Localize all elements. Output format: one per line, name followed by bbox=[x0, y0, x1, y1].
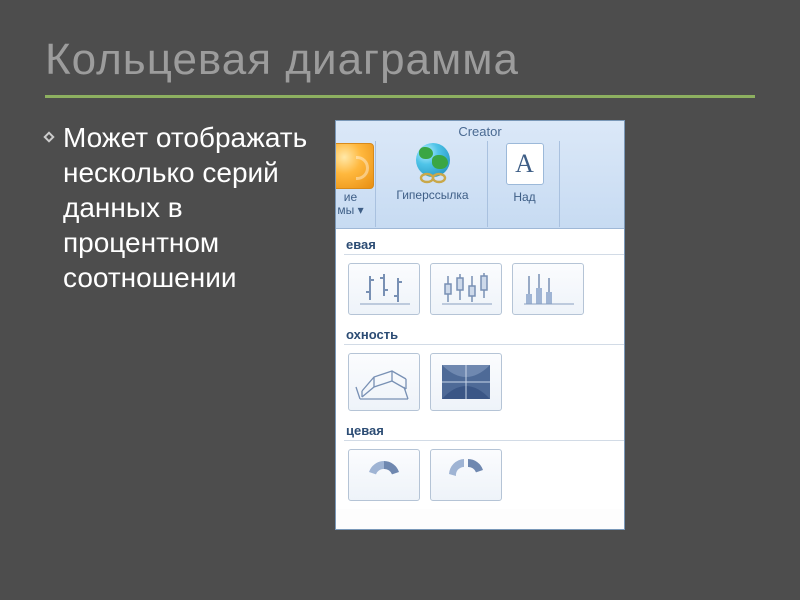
ribbon-tab-label: Creator bbox=[336, 123, 624, 140]
content-row: Может отображать несколько серий данных … bbox=[45, 120, 755, 530]
ribbon-groups: ие мы ▾ bbox=[336, 141, 560, 227]
gallery-row-doughnut bbox=[344, 441, 624, 509]
bullet-item: Может отображать несколько серий данных … bbox=[45, 120, 315, 295]
bullet-column: Может отображать несколько серий данных … bbox=[45, 120, 315, 530]
chart-thumb-stock-volume[interactable] bbox=[512, 263, 584, 315]
gallery-category-stock: евая bbox=[344, 233, 624, 255]
chart-thumb-stock-hlc[interactable] bbox=[348, 263, 420, 315]
hyperlink-label: Гиперссылка bbox=[396, 189, 468, 202]
embedded-screenshot: Creator ие мы ▾ bbox=[335, 120, 625, 530]
chart-thumb-stock-ohlc[interactable] bbox=[430, 263, 502, 315]
ribbon-group-partial: ие мы ▾ bbox=[335, 141, 376, 227]
ribbon-label-partial-2: мы ▾ bbox=[337, 204, 363, 217]
orange-orb-icon[interactable] bbox=[335, 143, 374, 189]
gallery-category-doughnut: цевая bbox=[344, 419, 624, 441]
bullet-marker-icon bbox=[43, 131, 54, 142]
bullet-text: Может отображать несколько серий данных … bbox=[63, 120, 315, 295]
chart-thumb-surface-contour[interactable] bbox=[430, 353, 502, 411]
textbox-label-partial: Над bbox=[513, 191, 535, 204]
slide: Кольцевая диаграмма Может отображать нес… bbox=[0, 0, 800, 600]
accent-line bbox=[45, 95, 755, 98]
chart-gallery: евая bbox=[336, 229, 624, 509]
textbox-icon: A bbox=[506, 143, 544, 185]
chart-thumb-surface-3d[interactable] bbox=[348, 353, 420, 411]
chart-thumb-doughnut[interactable] bbox=[348, 449, 420, 501]
globe-hyperlink-icon bbox=[413, 143, 453, 183]
slide-title: Кольцевая диаграмма bbox=[45, 35, 755, 85]
gallery-category-surface: охность bbox=[344, 323, 624, 345]
chart-thumb-doughnut-exploded[interactable] bbox=[430, 449, 502, 501]
gallery-row-surface bbox=[344, 345, 624, 419]
gallery-row-stock bbox=[344, 255, 624, 323]
textbox-glyph: A bbox=[515, 149, 534, 179]
ribbon-group-textbox[interactable]: A Над bbox=[490, 141, 560, 227]
ribbon-group-hyperlink[interactable]: Гиперссылка bbox=[378, 141, 488, 227]
